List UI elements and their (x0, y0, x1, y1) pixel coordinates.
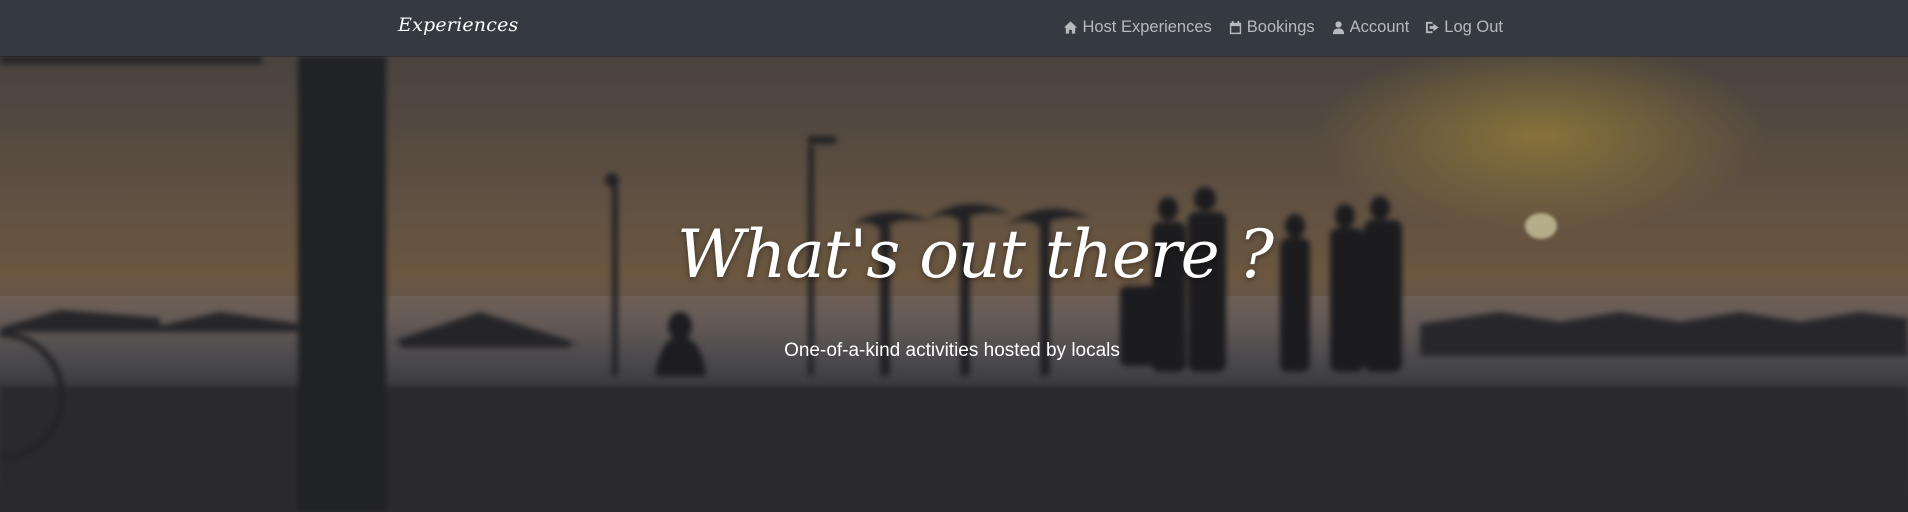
hero-banner: What's out there ? One-of-a-kind activit… (0, 56, 1908, 512)
nav-bookings-label: Bookings (1246, 18, 1315, 36)
hero-subtitle: One-of-a-kind activities hosted by local… (784, 340, 1120, 361)
brand-logo-link[interactable]: Experiences (398, 14, 518, 36)
home-icon (1063, 20, 1078, 35)
nav-host-experiences-link[interactable]: Host Experiences (1063, 18, 1212, 37)
nav-bookings-link[interactable]: Bookings (1228, 18, 1315, 37)
hero-title: What's out there ? (676, 216, 1274, 293)
nav-log-out-link[interactable]: Log Out (1425, 18, 1503, 37)
sign-out-icon (1425, 20, 1440, 35)
nav-host-experiences-label: Host Experiences (1082, 18, 1212, 36)
nav-log-out-label: Log Out (1444, 18, 1503, 36)
nav-links: Host Experiences Bookings Account Log Ou… (1063, 18, 1503, 37)
nav-account-label: Account (1349, 18, 1410, 36)
nav-account-link[interactable]: Account (1331, 18, 1410, 37)
calendar-icon (1228, 20, 1243, 35)
top-navbar: Experiences Host Experiences Bookings Ac… (0, 0, 1908, 56)
user-icon (1331, 20, 1346, 35)
